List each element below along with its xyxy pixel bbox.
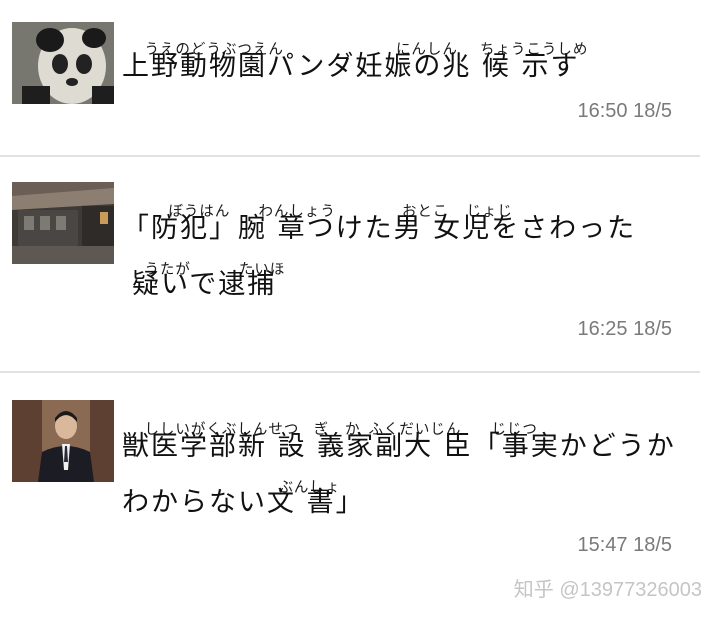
watermark: 知乎 @13977326003 [513, 579, 702, 601]
news-item[interactable]: ぼうはん わんしょう おとこ じょじ 「防犯」腕 章つけた男 女児をさわった うたがた… [0, 158, 720, 372]
headline-continued[interactable]: わからない文 書」 [122, 480, 365, 519]
divider [0, 371, 700, 373]
person-thumbnail [12, 400, 114, 482]
headline[interactable]: 獣医学部新 設 義家副大 臣「事実かどうか [122, 424, 676, 463]
timestamp: 15:47 18/5 [577, 534, 672, 556]
building-thumbnail [12, 182, 114, 264]
panda-thumbnail [12, 22, 114, 104]
headline[interactable]: 上野動物園パンダ妊娠の兆 候 示す [122, 44, 580, 83]
divider [0, 155, 700, 157]
news-item[interactable]: ししいがくぶしんせつぎかふくだいじん じじつ 獣医学部新 設 義家副大 臣「事実か… [0, 374, 720, 574]
headline[interactable]: 「防犯」腕 章つけた男 女児をさわった [122, 206, 636, 245]
timestamp: 16:25 18/5 [577, 318, 672, 340]
news-item[interactable]: うえのどうぶつえん にんしん ちょうこうしめ 上野動物園パンダ妊娠の兆 候 示す 1… [0, 0, 720, 158]
timestamp: 16:50 18/5 [577, 100, 672, 122]
headline-continued[interactable]: 疑いで逮捕 [132, 262, 276, 301]
